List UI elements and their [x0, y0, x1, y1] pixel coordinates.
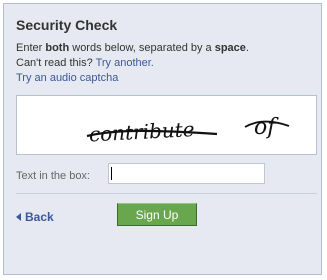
- sign-up-label: Sign Up: [135, 207, 179, 222]
- cant-read-text: Can't read this?: [16, 57, 96, 69]
- text-in-box-label: Text in the box:: [16, 170, 90, 182]
- triangle-left-icon: [16, 213, 21, 221]
- cant-read-line: Can't read this? Try another.: [16, 56, 316, 71]
- captcha-text-input[interactable]: [108, 163, 265, 184]
- instructions-text-2: words below, separated by a: [69, 42, 215, 54]
- back-link[interactable]: Back: [16, 210, 54, 224]
- instructions-bold-both: both: [45, 42, 70, 54]
- dialog-title: Security Check: [16, 17, 118, 33]
- text-cursor: [111, 167, 112, 180]
- instructions-text-3: .: [245, 42, 249, 54]
- instructions-text-1: Enter: [16, 42, 46, 54]
- instructions-line: Enter both words below, separated by a s…: [16, 41, 316, 56]
- instructions: Enter both words below, separated by a s…: [16, 41, 316, 86]
- sign-up-button[interactable]: Sign Up: [117, 203, 197, 226]
- try-another-link[interactable]: Try another.: [96, 57, 154, 69]
- security-check-dialog: Security Check Enter both words below, s…: [3, 3, 322, 275]
- back-label: Back: [25, 210, 54, 224]
- divider: [16, 193, 317, 194]
- instructions-bold-space: space: [214, 42, 246, 54]
- audio-captcha-link[interactable]: Try an audio captcha: [16, 72, 118, 84]
- captcha-image: contribute of: [16, 95, 317, 155]
- captcha-svg: contribute of: [86, 115, 290, 146]
- captcha-word-2: of: [254, 115, 279, 140]
